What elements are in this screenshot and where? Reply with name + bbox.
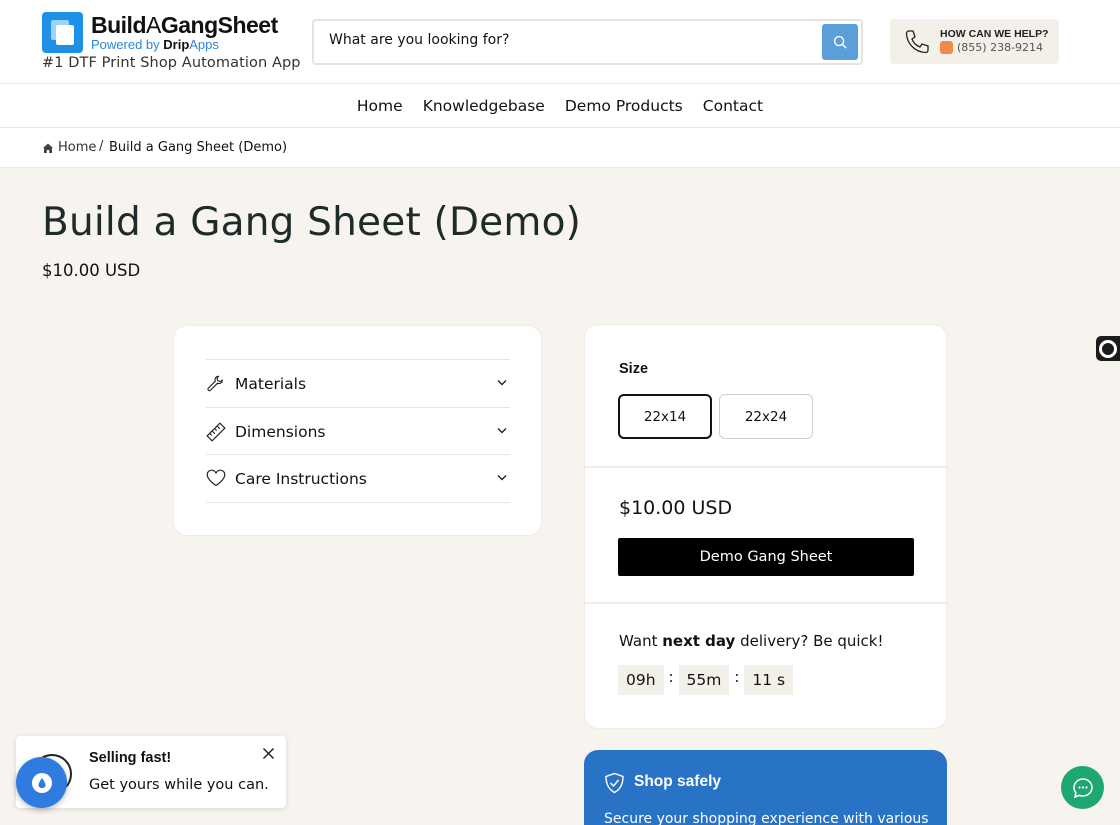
close-icon[interactable] (262, 747, 275, 760)
help-title: HOW CAN WE HELP? (940, 28, 1049, 40)
rewards-launcher-button[interactable] (16, 757, 67, 808)
breadcrumb: Home / Build a Gang Sheet (Demo) (0, 128, 1120, 168)
ring-icon (1099, 339, 1117, 358)
toast-title: Selling fast! (89, 750, 172, 766)
heart-icon (206, 469, 226, 487)
search-bar (312, 19, 863, 65)
shop-safely-card: Shop safely Secure your shopping experie… (584, 750, 947, 825)
search-button[interactable] (822, 24, 858, 60)
buy-price: $10.00 USD (619, 497, 733, 519)
help-box[interactable]: HOW CAN WE HELP? (855) 238-9214 (890, 19, 1059, 64)
tagline: #1 DTF Print Shop Automation App (42, 55, 301, 71)
accordion-dimensions[interactable]: Dimensions (206, 407, 510, 455)
phone-icon (905, 30, 929, 54)
timer-separator: : (668, 668, 674, 686)
chat-button[interactable] (1061, 766, 1104, 809)
divider (585, 602, 948, 604)
search-input[interactable] (329, 32, 809, 48)
phone-badge-icon (940, 41, 953, 54)
product-price: $10.00 USD (42, 261, 141, 280)
countdown-timer: 09h : 55m : 11 s (618, 665, 794, 695)
main-nav: Home Knowledgebase Demo Products Contact (0, 84, 1120, 128)
accordion-label: Dimensions (235, 423, 326, 441)
side-widget-tab[interactable] (1096, 336, 1120, 361)
shield-check-icon (605, 772, 624, 794)
chevron-down-icon (497, 428, 507, 434)
ruler-icon (206, 422, 226, 442)
size-option-22x24[interactable]: 22x24 (719, 394, 813, 439)
nav-demo-products[interactable]: Demo Products (565, 97, 683, 115)
brand-name[interactable]: BuildAGangSheet (91, 12, 278, 39)
nav-knowledgebase[interactable]: Knowledgebase (423, 97, 545, 115)
timer-hours: 09h (618, 665, 664, 695)
delivery-message: Want next day delivery? Be quick! (619, 632, 884, 650)
wrench-icon (207, 375, 223, 392)
chat-bubble-icon (1072, 777, 1093, 798)
accordion-care-instructions[interactable]: Care Instructions (206, 454, 510, 502)
home-icon (43, 143, 53, 153)
divider (585, 466, 948, 468)
accordion-label: Care Instructions (235, 470, 367, 488)
timer-separator: : (734, 668, 740, 686)
toast-text: Get yours while you can. (89, 777, 269, 793)
page-title: Build a Gang Sheet (Demo) (42, 200, 582, 245)
drop-icon (31, 772, 52, 793)
nav-contact[interactable]: Contact (703, 97, 763, 115)
help-phone[interactable]: (855) 238-9214 (940, 41, 1043, 54)
shop-safely-title: Shop safely (634, 773, 721, 790)
accordion-divider (206, 502, 510, 503)
chevron-down-icon (497, 475, 507, 481)
size-option-22x14[interactable]: 22x14 (618, 394, 712, 439)
breadcrumb-home[interactable]: Home (42, 140, 96, 155)
logo-icon[interactable] (42, 12, 83, 53)
nav-home[interactable]: Home (357, 97, 403, 115)
accordion-materials[interactable]: Materials (206, 359, 510, 407)
breadcrumb-separator: / (99, 139, 104, 154)
powered-by: Powered by DripApps (91, 37, 219, 52)
search-icon (833, 35, 847, 49)
accordion-label: Materials (235, 375, 307, 393)
buy-card: Size 22x14 22x24 $10.00 USD Demo Gang Sh… (584, 324, 948, 729)
chevron-down-icon (497, 380, 507, 386)
demo-gang-sheet-button[interactable]: Demo Gang Sheet (618, 538, 914, 576)
shop-safely-text: Secure your shopping experience with var… (604, 811, 929, 825)
breadcrumb-current: Build a Gang Sheet (Demo) (109, 140, 288, 155)
timer-minutes: 55m (678, 665, 730, 695)
product-details-card: Materials Dimensions Care Instructions (173, 325, 542, 536)
timer-seconds: 11 s (744, 665, 794, 695)
site-header: BuildAGangSheet Powered by DripApps #1 D… (0, 0, 1120, 84)
size-label: Size (619, 361, 649, 377)
